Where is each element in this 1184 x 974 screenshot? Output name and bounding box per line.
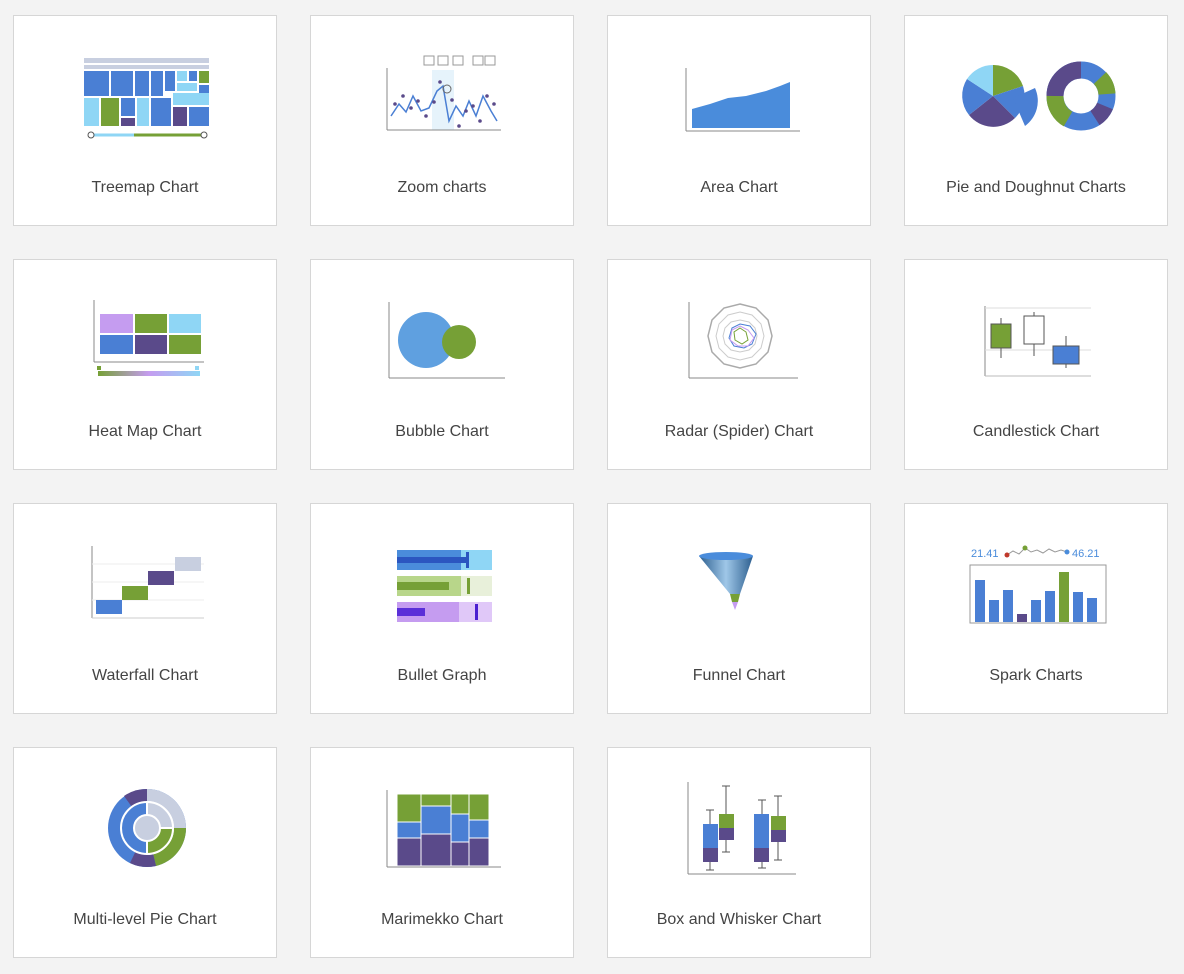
card-box-whisker-chart[interactable]: Box and Whisker Chart [607,747,871,958]
area-chart-icon [608,16,870,166]
pie-doughnut-chart-icon [905,16,1167,166]
heat-map-chart-icon [14,260,276,410]
card-funnel-chart[interactable]: Funnel Chart [607,503,871,714]
card-area-chart[interactable]: Area Chart [607,15,871,226]
radar-chart-icon [608,260,870,410]
spark-start-value: 21.41 [971,548,999,560]
card-label: Heat Map Chart [88,423,202,440]
card-pie-doughnut-charts[interactable]: Pie and Doughnut Charts [904,15,1168,226]
card-label: Waterfall Chart [91,667,199,684]
chart-gallery: Treemap Chart Zoom charts Area Chart Pie… [0,0,1184,974]
card-bubble-chart[interactable]: Bubble Chart [310,259,574,470]
candlestick-chart-icon [905,260,1167,410]
card-label: Bullet Graph [397,667,487,684]
card-label: Multi-level Pie Chart [73,911,217,928]
card-marimekko-chart[interactable]: Marimekko Chart [310,747,574,958]
bullet-graph-icon [311,504,573,654]
multi-level-pie-chart-icon [14,748,276,898]
treemap-chart-icon [14,16,276,166]
spark-end-value: 46.21 [1072,548,1100,560]
card-label: Radar (Spider) Chart [664,423,814,440]
funnel-chart-icon [608,504,870,654]
card-multi-level-pie-chart[interactable]: Multi-level Pie Chart [13,747,277,958]
card-label: Treemap Chart [91,179,199,196]
card-label: Pie and Doughnut Charts [946,179,1126,196]
marimekko-chart-icon [311,748,573,898]
card-zoom-charts[interactable]: Zoom charts [310,15,574,226]
card-label: Funnel Chart [692,667,786,684]
card-label: Spark Charts [989,667,1083,684]
card-label: Candlestick Chart [972,423,1100,440]
card-treemap-chart[interactable]: Treemap Chart [13,15,277,226]
card-candlestick-chart[interactable]: Candlestick Chart [904,259,1168,470]
card-radar-chart[interactable]: Radar (Spider) Chart [607,259,871,470]
card-label: Box and Whisker Chart [656,911,822,928]
card-bullet-graph[interactable]: Bullet Graph [310,503,574,714]
card-label: Bubble Chart [395,423,489,440]
bubble-chart-icon [311,260,573,410]
card-waterfall-chart[interactable]: Waterfall Chart [13,503,277,714]
card-spark-charts[interactable]: 21.41 46.21 Spark Charts [904,503,1168,714]
box-whisker-chart-icon [608,748,870,898]
card-heat-map-chart[interactable]: Heat Map Chart [13,259,277,470]
spark-chart-icon: 21.41 46.21 [905,504,1167,654]
card-label: Area Chart [700,179,778,196]
card-label: Marimekko Chart [381,911,503,928]
zoom-chart-icon [311,16,573,166]
card-label: Zoom charts [397,179,487,196]
waterfall-chart-icon [14,504,276,654]
